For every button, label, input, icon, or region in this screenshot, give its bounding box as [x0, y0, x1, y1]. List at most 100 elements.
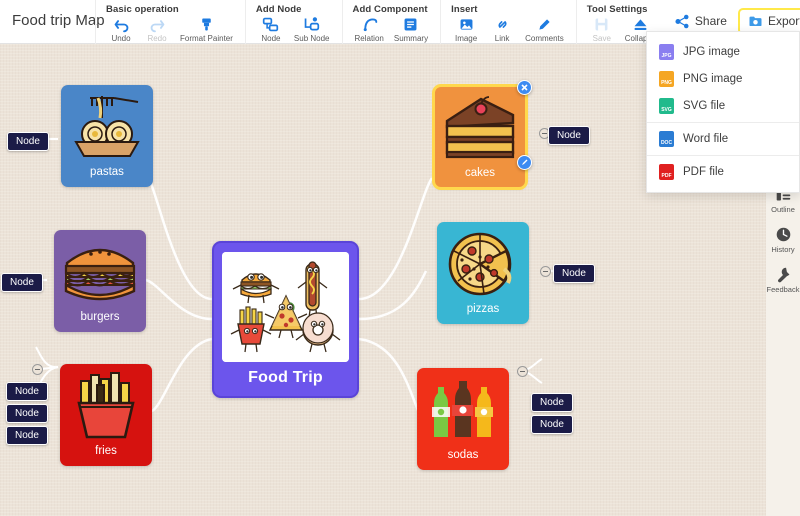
node-badge[interactable]: Node: [1, 273, 43, 292]
edit-node-pencil-icon[interactable]: [517, 155, 532, 170]
mindmap-node-fries[interactable]: fries: [60, 364, 152, 466]
export-word-label: Word file: [683, 133, 729, 145]
node-badge[interactable]: Node: [548, 126, 590, 145]
share-icon: [675, 14, 689, 28]
export-png-label: PNG image: [683, 73, 743, 85]
add-sub-node-label: Sub Node: [293, 34, 330, 43]
png-file-icon: PNG: [659, 71, 674, 87]
delete-node-icon[interactable]: [517, 80, 532, 95]
pizzas-image: [444, 229, 522, 299]
mindmap-node-pizzas[interactable]: pizzas: [437, 222, 529, 324]
pastas-label: pastas: [90, 166, 124, 178]
image-icon: [460, 19, 473, 30]
pizzas-label: pizzas: [466, 303, 500, 315]
add-relation-button[interactable]: Relation: [351, 16, 388, 43]
sub-node-icon: [304, 17, 320, 31]
collapse-toggle-sodas[interactable]: [517, 366, 528, 377]
node-badge[interactable]: Node: [6, 426, 48, 445]
undo-label: Undo: [111, 34, 131, 43]
svg-file-icon: SVG: [659, 98, 674, 114]
sidebar-item-feedback-label: Feedback: [766, 285, 800, 294]
node-badge[interactable]: Node: [531, 415, 573, 434]
mindmap-node-cakes[interactable]: cakes: [432, 80, 532, 190]
redo-label: Redo: [147, 34, 167, 43]
insert-comments-label: Comments: [525, 34, 564, 43]
link-icon: [498, 21, 507, 28]
export-svg-item[interactable]: SVG SVG file: [647, 95, 799, 117]
mindmap-node-center[interactable]: Food Trip: [212, 241, 359, 398]
insert-comments-button[interactable]: Comments: [521, 16, 568, 43]
insert-image-button[interactable]: Image: [449, 16, 483, 43]
toolbar-group-title: Add Node: [255, 4, 302, 15]
format-painter-icon: [202, 18, 211, 31]
save-label: Save: [592, 34, 611, 43]
word-file-icon: DOC: [659, 131, 674, 147]
menu-divider: [647, 122, 799, 123]
export-jpg-item[interactable]: JPG JPG image: [647, 41, 799, 63]
add-node-button[interactable]: Node: [254, 16, 288, 43]
collapse-toggle-fries[interactable]: [32, 364, 43, 375]
cakes-image: [441, 93, 519, 163]
add-summary-button[interactable]: Summary: [390, 16, 432, 43]
toolbar-group-title: Insert: [451, 4, 478, 15]
node-badge[interactable]: Node: [7, 132, 49, 151]
burgers-label: burgers: [80, 311, 120, 323]
add-sub-node-button[interactable]: Sub Node: [290, 16, 334, 43]
share-button[interactable]: Share: [668, 10, 734, 33]
fries-label: fries: [95, 445, 117, 457]
center-node-label: Food Trip: [248, 369, 323, 386]
save-button[interactable]: Save: [585, 16, 619, 43]
save-disk-icon: [595, 18, 608, 31]
jpg-file-icon: JPG: [659, 44, 674, 60]
sodas-image: [424, 375, 502, 445]
insert-link-label: Link: [494, 34, 510, 43]
node-badge[interactable]: Node: [531, 393, 573, 412]
node-icon: [263, 17, 279, 32]
undo-button[interactable]: Undo: [104, 16, 138, 43]
export-dropdown-menu[interactable]: JPG JPG image PNG PNG image SVG SVG file…: [646, 31, 800, 193]
node-badge[interactable]: Node: [553, 264, 595, 283]
sidebar-item-history-label: History: [771, 245, 795, 254]
pastas-image: [68, 92, 146, 162]
format-painter-label: Format Painter: [180, 34, 233, 43]
export-pdf-label: PDF file: [683, 166, 724, 178]
undo-arrow-icon: [114, 20, 128, 33]
sodas-label: sodas: [447, 449, 479, 461]
document-title[interactable]: Food trip Map: [0, 0, 105, 29]
export-svg-label: SVG file: [683, 100, 726, 112]
burgers-image: [61, 237, 139, 307]
share-label: Share: [694, 14, 727, 28]
sidebar-item-history[interactable]: History: [766, 221, 800, 259]
export-png-item[interactable]: PNG PNG image: [647, 68, 799, 90]
mindmap-application: Food Trip pastas cakes burgers pizzas fr…: [0, 0, 800, 516]
add-relation-label: Relation: [354, 34, 384, 43]
mindmap-node-sodas[interactable]: sodas: [417, 368, 509, 470]
sidebar-item-feedback[interactable]: Feedback: [766, 261, 800, 299]
toolbar-group-basic-operation: Basic operation Undo Redo Format Painter: [95, 0, 245, 44]
mindmap-node-pastas[interactable]: pastas: [61, 85, 153, 187]
toolbar-group-title: Tool Settings: [586, 4, 648, 15]
sidebar-item-outline-label: Outline: [771, 205, 795, 214]
node-badge[interactable]: Node: [6, 404, 48, 423]
collapse-toggle-pizzas[interactable]: [540, 266, 551, 277]
menu-divider: [647, 155, 799, 156]
insert-link-button[interactable]: Link: [485, 16, 519, 43]
wrench-feedback-icon: [777, 267, 789, 283]
mindmap-node-burgers[interactable]: burgers: [54, 230, 146, 332]
pdf-file-icon: PDF: [659, 164, 674, 180]
insert-image-label: Image: [454, 34, 478, 43]
center-node-image: [222, 252, 349, 362]
format-painter-button[interactable]: Format Painter: [176, 16, 237, 43]
toolbar-group-title: Add Component: [352, 4, 428, 15]
add-node-label: Node: [261, 34, 281, 43]
export-word-item[interactable]: DOC Word file: [647, 128, 799, 150]
relation-icon: [363, 18, 377, 32]
fries-image: [67, 371, 145, 441]
node-badge[interactable]: Node: [6, 382, 48, 401]
redo-button[interactable]: Redo: [140, 16, 174, 43]
redo-arrow-icon: [150, 20, 164, 33]
toolbar-group-title: Basic operation: [106, 4, 179, 15]
export-jpg-label: JPG image: [683, 46, 740, 58]
clock-history-icon: [776, 227, 790, 242]
export-pdf-item[interactable]: PDF PDF file: [647, 161, 799, 183]
